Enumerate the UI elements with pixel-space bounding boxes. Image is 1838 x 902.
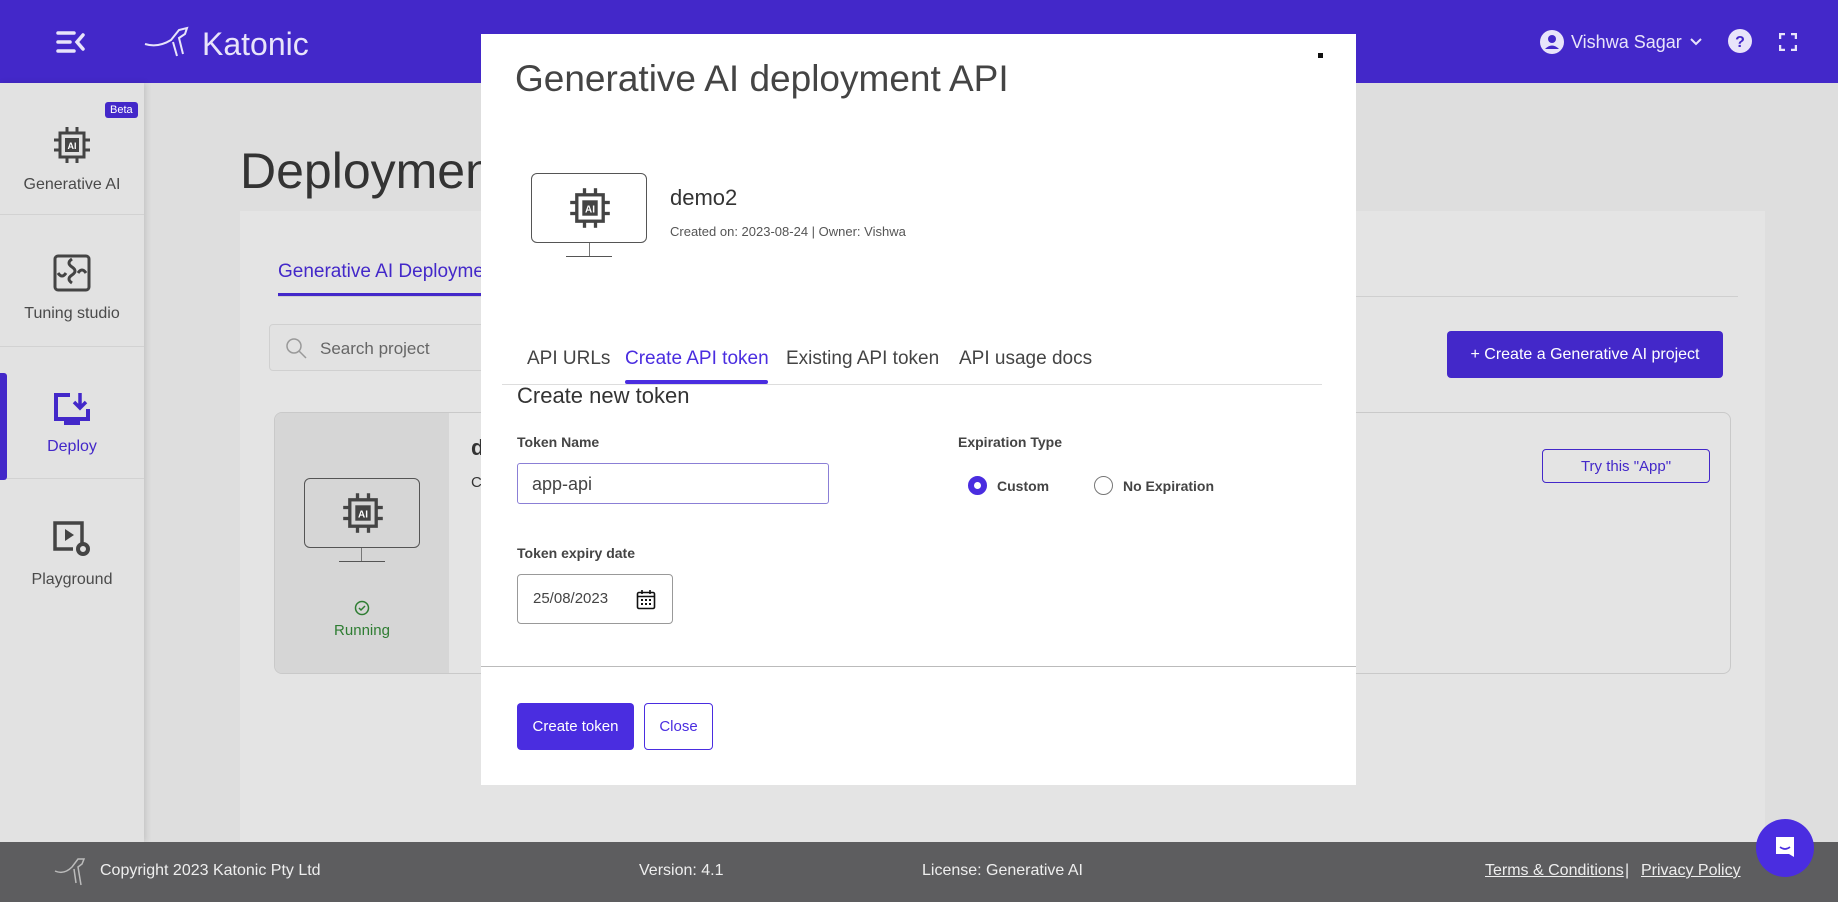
chat-launcher-button[interactable]: [1756, 819, 1814, 877]
status-running: Running: [334, 622, 390, 639]
ai-chip-icon: AI: [54, 127, 90, 163]
license: License: Generative AI: [922, 862, 1083, 879]
try-app-button[interactable]: Try this "App": [1542, 449, 1710, 483]
api-modal: Generative AI deployment API AI demo2 Cr…: [481, 34, 1356, 785]
active-indicator: [0, 373, 7, 480]
katonic-footer-logo-icon: [54, 858, 86, 886]
sidebar-item-label: Deploy: [47, 438, 97, 455]
version: Version: 4.1: [639, 862, 724, 879]
search-icon: [286, 338, 307, 359]
expiration-type-label: Expiration Type: [958, 434, 1062, 450]
token-name-input[interactable]: app-api: [517, 463, 829, 504]
radio-unselected-icon: [1094, 476, 1113, 495]
sidebar-item-generative-ai[interactable]: Beta AI Generative AI: [0, 83, 144, 215]
monitor-ai-icon: AI: [304, 478, 420, 548]
project-meta: Created on: 2023-08-24 | Owner: Vishwa: [670, 224, 906, 239]
tab-generative-ai-deployments[interactable]: Generative AI Deployme: [278, 261, 484, 283]
expiry-date-value: 25/08/2023: [533, 590, 609, 607]
sidebar-item-label: Playground: [31, 571, 113, 588]
close-icon[interactable]: [1318, 53, 1323, 58]
radio-label: No Expiration: [1123, 477, 1215, 494]
card-status-panel: AI Running: [275, 413, 449, 673]
radio-label: Custom: [997, 477, 1050, 494]
monitor-ai-icon: AI: [531, 173, 647, 243]
create-token-button[interactable]: Create token: [517, 703, 634, 750]
modal-title: Generative AI deployment API: [515, 58, 1009, 99]
user-name: Vishwa Sagar: [1571, 31, 1682, 52]
terms-link[interactable]: Terms & Conditions: [1485, 862, 1624, 880]
sidebar-item-label: Tuning studio: [24, 305, 120, 322]
menu-collapse-icon[interactable]: [56, 30, 86, 54]
user-avatar-icon: [1540, 30, 1564, 54]
sidebar-item-label: Generative AI: [23, 176, 121, 193]
footer-divider: [481, 666, 1356, 667]
check-circle-icon: [354, 600, 370, 616]
help-icon[interactable]: ?: [1728, 29, 1752, 53]
footer: Copyright 2023 Katonic Pty Ltd Version: …: [0, 842, 1838, 902]
tab-api-urls[interactable]: API URLs: [527, 348, 610, 370]
expiry-date-label: Token expiry date: [517, 545, 636, 561]
section-title: Create new token: [517, 383, 690, 408]
beta-badge: Beta: [105, 102, 138, 118]
tab-create-api-token[interactable]: Create API token: [625, 348, 769, 370]
svg-text:AI: AI: [68, 141, 77, 151]
create-project-button[interactable]: + Create a Generative AI project: [1447, 331, 1723, 378]
svg-text:?: ?: [1735, 34, 1745, 51]
tab-existing-api-token[interactable]: Existing API token: [786, 348, 939, 370]
token-name-value: app-api: [532, 474, 593, 494]
project-name: demo2: [670, 185, 738, 210]
brand-name: Katonic: [202, 26, 309, 62]
calendar-icon[interactable]: [636, 589, 656, 610]
sidebar-item-tuning-studio[interactable]: Tuning studio: [0, 215, 144, 347]
radio-no-expiration[interactable]: No Expiration: [1094, 476, 1214, 495]
radio-selected-icon: [968, 476, 987, 495]
katonic-logo-icon: [144, 26, 189, 57]
privacy-link[interactable]: Privacy Policy: [1641, 862, 1741, 880]
fullscreen-icon[interactable]: [1779, 33, 1797, 51]
expiry-date-input[interactable]: 25/08/2023: [517, 574, 673, 624]
radio-custom[interactable]: Custom: [968, 476, 1049, 495]
search-placeholder: Search project: [320, 339, 430, 358]
sidebar-item-playground[interactable]: Playground: [0, 479, 144, 611]
chevron-down-icon: [1690, 38, 1702, 46]
close-button[interactable]: Close: [644, 703, 713, 750]
sidebar-item-deploy[interactable]: Deploy: [0, 347, 144, 480]
playground-icon: [53, 521, 90, 556]
user-menu[interactable]: Vishwa Sagar: [1540, 29, 1703, 55]
deploy-icon: [54, 393, 90, 425]
token-name-label: Token Name: [517, 434, 600, 450]
svg-text:AI: AI: [585, 204, 595, 215]
tab-api-usage-docs[interactable]: API usage docs: [959, 348, 1092, 370]
chat-icon: [1776, 837, 1794, 857]
footer-separator: |: [1625, 862, 1630, 879]
svg-text:AI: AI: [358, 509, 368, 520]
copyright: Copyright 2023 Katonic Pty Ltd: [100, 862, 321, 879]
sidebar: Beta AI Generative AI Tuning studio Depl…: [0, 83, 144, 842]
puzzle-icon: [53, 254, 91, 292]
page-title: Deploymen: [240, 143, 493, 199]
